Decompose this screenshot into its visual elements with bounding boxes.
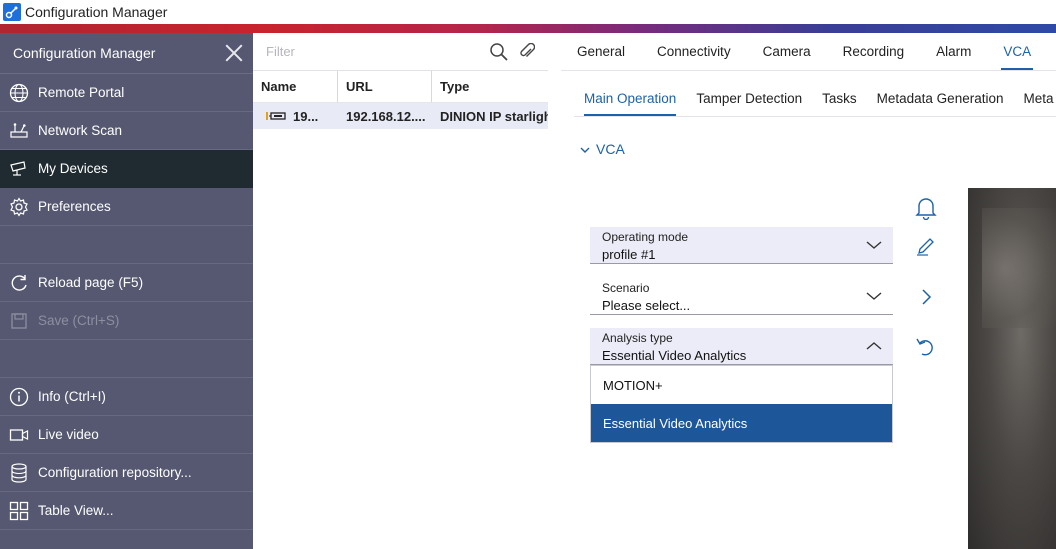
analysis-type-dropdown: MOTION+ Essential Video Analytics (590, 365, 893, 443)
gear-icon (8, 196, 30, 218)
sidebar-item-label: Save (Ctrl+S) (38, 313, 120, 328)
sub-tabs: Main Operation Tamper Detection Tasks Me… (574, 81, 1056, 117)
info-icon (8, 386, 30, 408)
sidebar-item-label: Reload page (F5) (38, 275, 144, 290)
sidebar-spacer (0, 340, 253, 378)
subtab-main-operation[interactable]: Main Operation (574, 81, 686, 116)
analysis-type-select[interactable]: Analysis type Essential Video Analytics (590, 328, 893, 365)
tab-alarm[interactable]: Alarm (920, 33, 987, 70)
sidebar-item-label: Remote Portal (38, 85, 125, 100)
subtab-tamper-detection[interactable]: Tamper Detection (686, 81, 812, 116)
camera-icon (8, 158, 30, 180)
sidebar-item-my-devices[interactable]: My Devices (0, 150, 253, 188)
pencil-icon[interactable] (913, 233, 939, 259)
sidebar-item-label: Configuration repository... (38, 465, 192, 480)
brand-color-band (0, 24, 1056, 33)
sidebar-item-live-video[interactable]: Live video (0, 416, 253, 454)
tab-recording[interactable]: Recording (827, 33, 921, 70)
column-header-type[interactable]: Type (432, 71, 548, 102)
scenario-label: Scenario (602, 281, 650, 295)
grid-icon (8, 500, 30, 522)
sidebar-item-label: Preferences (38, 199, 111, 214)
device-name-cell: 19... (253, 109, 338, 124)
globe-icon (8, 82, 30, 104)
sidebar-item-preferences[interactable]: Preferences (0, 188, 253, 226)
tab-connectivity[interactable]: Connectivity (641, 33, 747, 70)
chevron-right-icon[interactable] (913, 284, 939, 310)
column-header-name[interactable]: Name (253, 71, 338, 102)
device-url: 192.168.12.... (346, 108, 426, 124)
table-row[interactable]: 19... 192.168.12.... DINION IP starlight (253, 103, 548, 129)
subtab-meta-truncated[interactable]: Meta (1013, 81, 1056, 116)
tab-general[interactable]: General (561, 33, 641, 70)
operating-mode-select[interactable]: Operating mode profile #1 (590, 227, 893, 264)
sidebar-item-table-view[interactable]: Table View... (0, 492, 253, 530)
sidebar-item-label: Live video (38, 427, 99, 442)
database-icon (8, 462, 30, 484)
sidebar: Configuration Manager Remote Portal Netw… (0, 33, 253, 549)
tab-vca[interactable]: VCA (987, 33, 1047, 70)
dropdown-option-essential-video-analytics[interactable]: Essential Video Analytics (591, 404, 892, 442)
operating-mode-value: profile #1 (602, 247, 656, 262)
device-table-header: Name URL Type (253, 71, 548, 103)
network-scan-icon (8, 120, 30, 142)
video-icon (8, 424, 30, 446)
scenario-value: Please select... (602, 298, 691, 313)
sidebar-item-save[interactable]: Save (Ctrl+S) (0, 302, 253, 340)
sidebar-item-reload[interactable]: Reload page (F5) (0, 264, 253, 302)
close-icon[interactable] (225, 44, 243, 62)
analysis-type-value: Essential Video Analytics (602, 348, 747, 363)
operating-mode-label: Operating mode (602, 230, 689, 244)
analysis-type-label: Analysis type (602, 331, 673, 345)
title-bar: Configuration Manager (0, 0, 1056, 24)
camera-video-preview[interactable] (968, 188, 1056, 549)
sidebar-item-label: Info (Ctrl+I) (38, 389, 106, 404)
undo-icon[interactable] (913, 334, 939, 360)
scenario-select[interactable]: Scenario Please select... (590, 278, 893, 315)
sidebar-item-network-scan[interactable]: Network Scan (0, 112, 253, 150)
window-title: Configuration Manager (25, 4, 168, 20)
chevron-down-icon (580, 141, 590, 157)
app-logo-icon (3, 3, 21, 21)
sidebar-item-label: My Devices (38, 161, 108, 176)
filter-bar (253, 33, 548, 71)
subtab-tasks[interactable]: Tasks (812, 81, 867, 116)
bell-icon[interactable] (913, 195, 939, 221)
chevron-up-icon (866, 338, 882, 356)
device-camera-icon (266, 111, 288, 121)
device-type: DINION IP starlight (440, 108, 548, 124)
device-list-panel: Name URL Type 19... 192.168.12.... DINIO… (253, 33, 548, 549)
sidebar-item-info[interactable]: Info (Ctrl+I) (0, 378, 253, 416)
sidebar-title: Configuration Manager (13, 45, 156, 61)
section-title: VCA (596, 141, 625, 157)
reload-icon (8, 272, 30, 294)
chevron-down-icon (866, 288, 882, 306)
device-name: 19... (293, 108, 319, 124)
sidebar-item-remote-portal[interactable]: Remote Portal (0, 74, 253, 112)
tab-camera[interactable]: Camera (747, 33, 827, 70)
filter-input[interactable] (266, 44, 466, 59)
vca-section-header[interactable]: VCA (580, 141, 625, 157)
sidebar-item-label: Network Scan (38, 123, 123, 138)
column-header-url[interactable]: URL (338, 71, 432, 102)
configuration-panel: General Connectivity Camera Recording Al… (561, 33, 1056, 549)
sidebar-item-label: Table View... (38, 503, 114, 518)
search-icon[interactable] (489, 42, 509, 67)
dropdown-option-motion-plus[interactable]: MOTION+ (591, 366, 892, 404)
main-tabs: General Connectivity Camera Recording Al… (561, 33, 1056, 71)
chevron-down-icon (866, 237, 882, 255)
sidebar-spacer (0, 226, 253, 264)
paperclip-icon[interactable] (519, 42, 536, 66)
save-icon (8, 310, 30, 332)
sidebar-header: Configuration Manager (0, 33, 253, 74)
subtab-metadata-generation[interactable]: Metadata Generation (867, 81, 1014, 116)
sidebar-item-configuration-repository[interactable]: Configuration repository... (0, 454, 253, 492)
